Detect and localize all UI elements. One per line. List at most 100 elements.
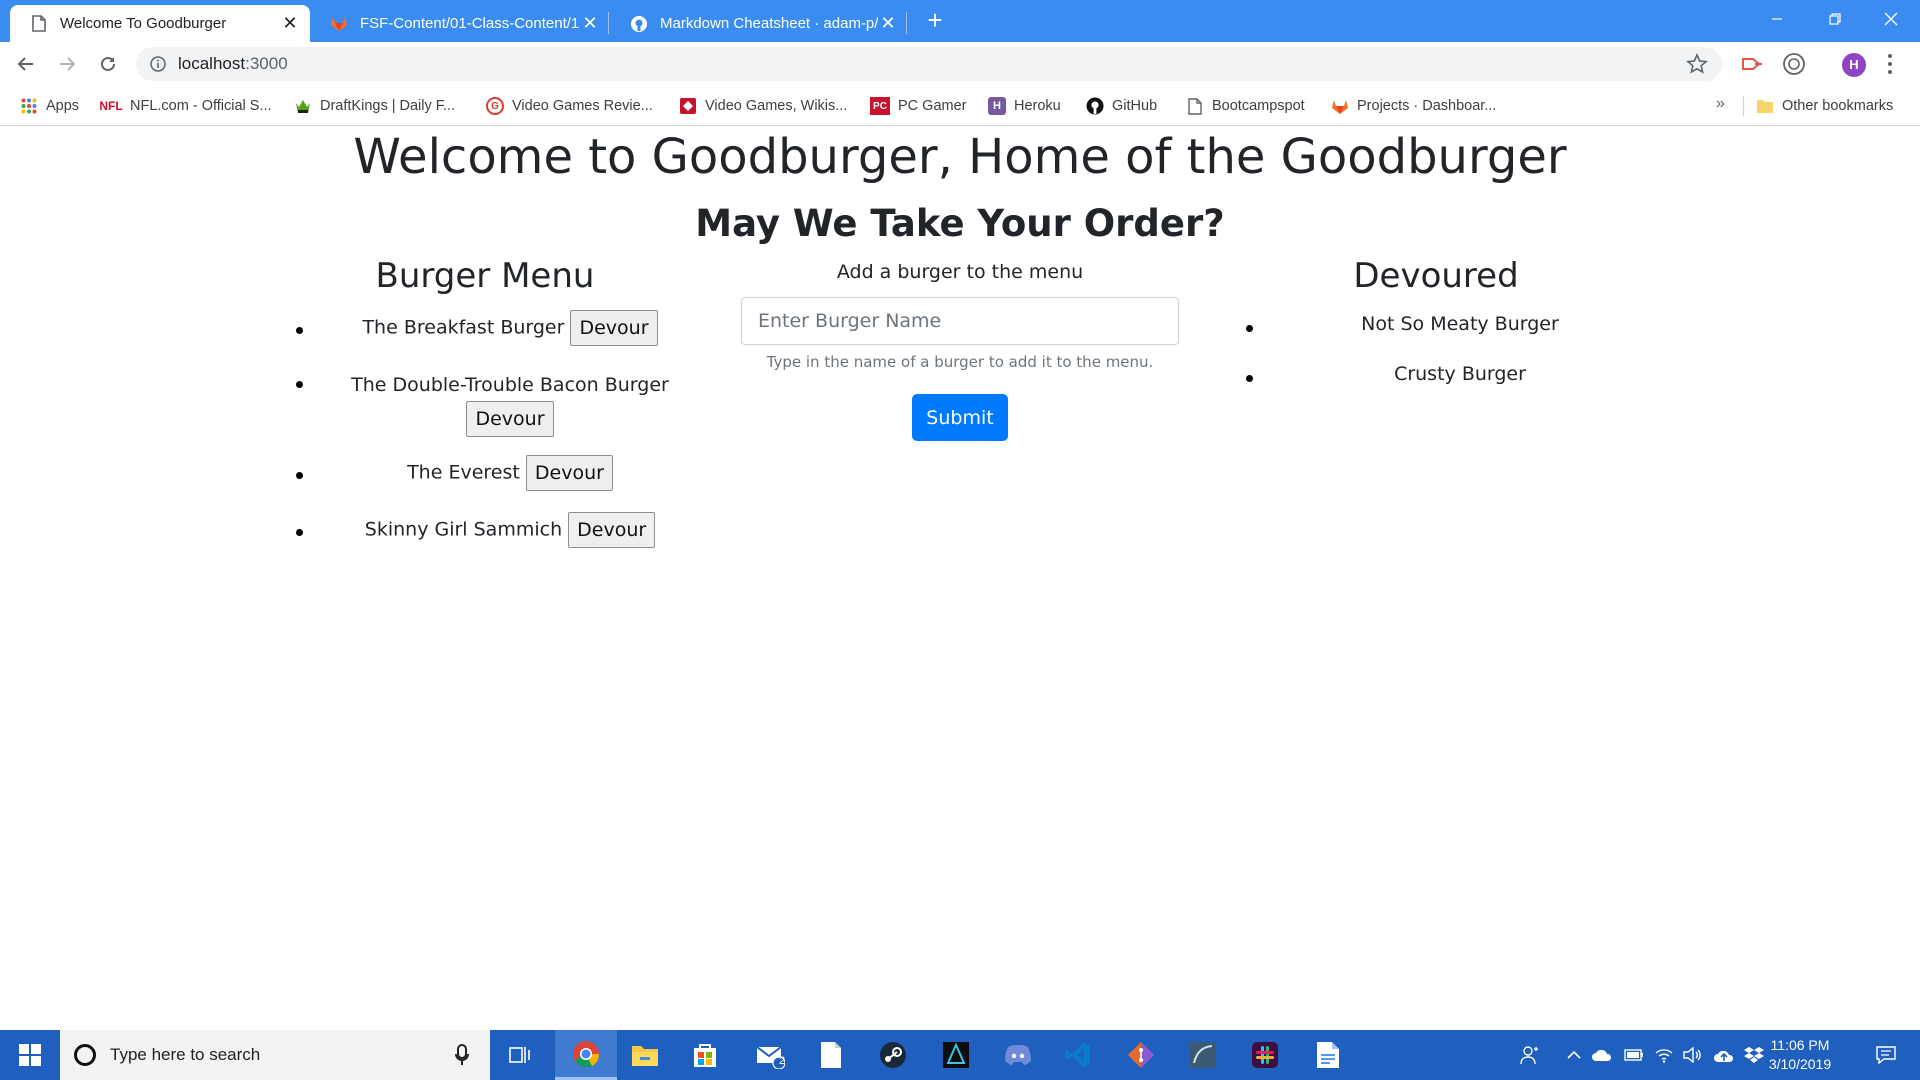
chevron-up-icon[interactable]	[1562, 1030, 1586, 1080]
new-tab-button[interactable]: +	[922, 7, 948, 34]
notepad-icon[interactable]	[803, 1030, 859, 1080]
devour-button[interactable]: Devour	[525, 455, 613, 491]
burger-name-input[interactable]	[741, 297, 1179, 345]
microphone-icon[interactable]	[452, 1043, 472, 1067]
list-item: The Double-Trouble Bacon Burger Devour	[296, 369, 720, 437]
other-bookmarks[interactable]: Other bookmarks	[1756, 95, 1893, 117]
wifi-icon[interactable]	[1652, 1030, 1676, 1080]
draftkings-icon	[294, 97, 312, 115]
bookmark-label: DraftKings | Daily F...	[320, 98, 456, 114]
battery-icon[interactable]	[1622, 1030, 1646, 1080]
bookmark-bootcampspot[interactable]: Bootcampspot	[1186, 95, 1305, 117]
github-icon	[630, 15, 648, 33]
tab-title: Markdown Cheatsheet · adam-p/	[660, 15, 878, 32]
bookmark-heroku[interactable]: H Heroku	[988, 95, 1061, 117]
bookmark-star-icon[interactable]	[1686, 53, 1708, 75]
volume-icon[interactable]	[1680, 1030, 1704, 1080]
discord-icon[interactable]	[990, 1030, 1046, 1080]
git-icon[interactable]	[1113, 1030, 1169, 1080]
close-icon[interactable]: ✕	[280, 13, 300, 34]
onedrive-icon[interactable]	[1590, 1030, 1614, 1080]
bookmark-pcgamer[interactable]: PC PC Gamer	[870, 95, 967, 117]
taskbar-search-box[interactable]: Type here to search	[60, 1030, 490, 1080]
file-explorer-icon[interactable]	[617, 1030, 673, 1080]
bookmark-label: PC Gamer	[898, 98, 967, 114]
nfl-icon: NFL	[99, 99, 123, 113]
burger-input-help-text: Type in the name of a burger to add it t…	[766, 353, 1154, 371]
browser-menu-icon[interactable]	[1885, 52, 1895, 76]
devoured-heading: Devoured	[1353, 256, 1519, 296]
heroku-icon: H	[988, 97, 1006, 115]
bookmark-apps[interactable]: Apps	[20, 95, 79, 117]
bookmark-gitlab-projects[interactable]: Projects · Dashboar...	[1331, 95, 1496, 117]
submit-button[interactable]: Submit	[912, 394, 1008, 441]
bullet	[296, 381, 303, 388]
bullet	[296, 529, 303, 536]
notifications-icon[interactable]	[1866, 1030, 1906, 1080]
clock-date: 3/10/2019	[1768, 1056, 1832, 1072]
tab-goodburger[interactable]: Welcome To Goodburger ✕	[10, 5, 310, 42]
taskbar-search-placeholder: Type here to search	[110, 1045, 261, 1064]
devour-button[interactable]: Devour	[568, 512, 656, 548]
url-port: :3000	[245, 54, 288, 73]
reload-button[interactable]	[92, 48, 124, 80]
bookmark-draftkings[interactable]: DraftKings | Daily F...	[294, 95, 455, 117]
page-icon	[1186, 97, 1204, 115]
tab-divider	[608, 12, 609, 34]
tab-divider	[906, 12, 907, 34]
list-item: Crusty Burger	[1246, 363, 1660, 385]
profile-avatar[interactable]: H	[1842, 53, 1866, 77]
page-title: Welcome to Goodburger, Home of the Goodb…	[353, 129, 1567, 185]
vscode-icon[interactable]	[1050, 1030, 1106, 1080]
bookmark-fandom[interactable]: Video Games, Wikis...	[679, 95, 847, 117]
slack-icon[interactable]	[1237, 1030, 1293, 1080]
tab-strip: Welcome To Goodburger ✕ FSF-Content/01-C…	[0, 0, 1920, 42]
bookmark-label: NFL.com - Official S...	[130, 98, 272, 114]
devour-button[interactable]: Devour	[570, 310, 658, 346]
people-icon[interactable]	[1515, 1030, 1545, 1080]
gitlab-icon	[330, 15, 348, 33]
mysql-workbench-icon[interactable]	[1175, 1030, 1231, 1080]
tab-fsf-content[interactable]: FSF-Content/01-Class-Content/1 ✕	[310, 5, 610, 42]
task-view-icon[interactable]	[492, 1030, 548, 1080]
restore-button[interactable]	[1806, 0, 1864, 38]
taskbar-clock[interactable]: 11:06 PM 3/10/2019	[1755, 1036, 1845, 1074]
mail-icon[interactable]: 2	[742, 1030, 798, 1080]
gamespot-icon: G	[486, 97, 504, 115]
store-icon[interactable]	[677, 1030, 733, 1080]
docs-icon[interactable]	[1300, 1030, 1356, 1080]
chrome-icon[interactable]	[555, 1030, 617, 1080]
tempest-icon[interactable]	[928, 1030, 984, 1080]
burger-name: The Breakfast Burger	[362, 316, 565, 339]
extension-icon[interactable]	[1782, 52, 1806, 76]
burger-name: The Everest	[407, 461, 520, 484]
add-burger-label: Add a burger to the menu	[836, 261, 1084, 283]
cloud-upload-icon[interactable]	[1712, 1030, 1736, 1080]
back-button[interactable]	[10, 48, 42, 80]
bookmark-label: Projects · Dashboar...	[1357, 98, 1497, 114]
bookmark-github[interactable]: GitHub	[1086, 95, 1157, 117]
close-window-button[interactable]	[1862, 0, 1920, 38]
start-button[interactable]	[0, 1030, 60, 1080]
bookmark-gamespot[interactable]: G Video Games Revie...	[486, 95, 653, 117]
minimize-button[interactable]	[1748, 0, 1806, 38]
bookmark-divider	[1743, 96, 1744, 116]
tab-markdown-cheatsheet[interactable]: Markdown Cheatsheet · adam-p/ ✕	[610, 5, 908, 42]
mail-badge: 2	[779, 1055, 786, 1067]
bullet	[1246, 325, 1253, 332]
list-item: Skinny Girl Sammich Devour	[296, 512, 720, 548]
url-text: localhost:3000	[178, 54, 288, 74]
info-icon[interactable]	[150, 56, 166, 72]
close-icon[interactable]: ✕	[878, 13, 898, 34]
bookmark-nfl[interactable]: NFL NFL.com - Official S...	[99, 95, 272, 117]
forward-arrow-icon	[60, 57, 76, 71]
devour-button[interactable]: Devour	[466, 401, 554, 437]
bookmarks-overflow-button[interactable]: »	[1716, 95, 1725, 113]
steam-icon[interactable]	[865, 1030, 921, 1080]
bookmark-label: Other bookmarks	[1782, 98, 1894, 114]
forward-button[interactable]	[51, 48, 83, 80]
cast-extension-icon[interactable]	[1740, 52, 1764, 76]
close-icon[interactable]: ✕	[580, 13, 600, 34]
reload-icon	[101, 56, 115, 71]
address-bar[interactable]: localhost:3000	[136, 47, 1722, 81]
